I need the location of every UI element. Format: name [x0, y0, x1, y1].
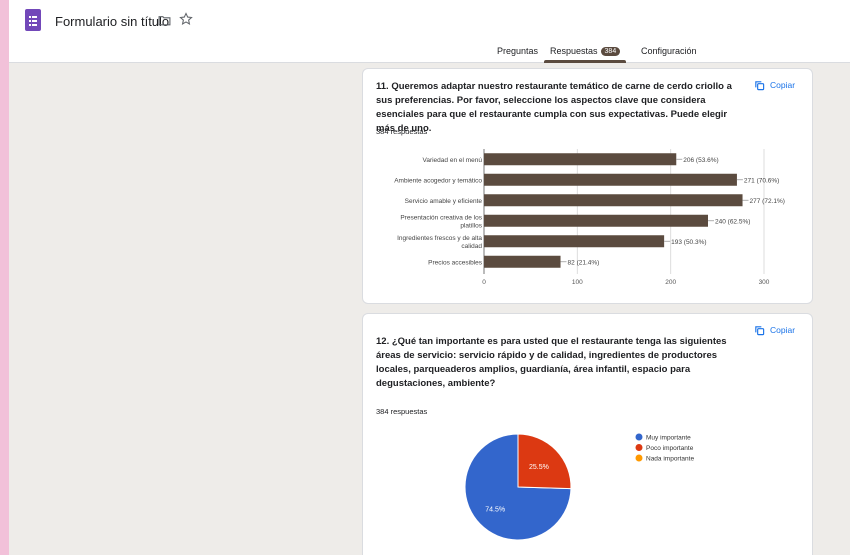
response-count: 384 respuestas: [376, 127, 428, 136]
bar: [484, 194, 743, 207]
slice-label: 25.5%: [529, 464, 549, 471]
data-label: 271 (70.6%): [744, 177, 779, 184]
active-tab-indicator: [544, 60, 626, 63]
tab-configuracion[interactable]: Configuración: [641, 46, 697, 56]
legend-swatch: [635, 444, 643, 451]
category-label: Variedad en el menú: [422, 157, 482, 164]
legend-swatch: [635, 454, 643, 462]
x-tick-label: 0: [482, 279, 486, 286]
category-label: calidad: [461, 243, 482, 250]
bar: [484, 173, 737, 186]
question-card-11: 11. Queremos adaptar nuestro restaurante…: [362, 68, 813, 304]
folder-icon[interactable]: [158, 14, 171, 27]
copy-chart-button[interactable]: Copiar: [754, 325, 795, 336]
category-label: Servicio amable y eficiente: [405, 198, 483, 205]
tab-bar: Preguntas Respuestas 384 Configuración: [9, 44, 850, 63]
category-label: Presentación creativa de los: [400, 214, 482, 221]
copy-icon: [755, 81, 765, 91]
tab-respuestas[interactable]: Respuestas 384: [550, 46, 621, 56]
category-label: Ambiente acogedor y temático: [394, 177, 482, 184]
data-label: 206 (53.6%): [683, 157, 718, 164]
category-label: Precios accesibles: [428, 259, 483, 266]
category-label: platillos: [460, 222, 482, 229]
data-label: 193 (50.3%): [671, 239, 706, 246]
bar: [484, 214, 708, 227]
legend-swatch: [635, 433, 643, 441]
header: Formulario sin título Preguntas Respuest…: [9, 0, 850, 63]
x-tick-label: 300: [759, 279, 770, 286]
category-label: Ingredientes frescos y de alta: [397, 235, 482, 242]
bar: [484, 255, 561, 268]
tab-preguntas[interactable]: Preguntas: [497, 46, 538, 56]
bar: [484, 235, 665, 248]
left-accent-stripe: [0, 0, 9, 555]
legend-label: Muy importante: [646, 435, 691, 442]
question-card-12: 12. ¿Qué tan importante es para usted qu…: [362, 313, 813, 555]
responses-count-badge: 384: [600, 47, 621, 56]
copy-icon: [755, 326, 765, 336]
legend-label: Poco importante: [646, 445, 694, 452]
pie-slice: [517, 433, 572, 490]
app-window: Formulario sin título Preguntas Respuest…: [0, 0, 850, 555]
document-title[interactable]: Formulario sin título: [55, 14, 169, 29]
copy-chart-button[interactable]: Copiar: [754, 80, 795, 91]
bar: [484, 153, 677, 166]
data-label: 277 (72.1%): [750, 198, 785, 205]
google-forms-logo[interactable]: [25, 9, 41, 31]
slice-label: 74.5%: [485, 507, 505, 514]
response-count: 384 respuestas: [376, 407, 428, 416]
x-tick-label: 200: [665, 279, 676, 286]
star-icon[interactable]: [179, 12, 193, 26]
x-tick-label: 100: [572, 279, 583, 286]
pie-chart: 74.5% 25.5% Muy importante Poco importante N…: [464, 433, 694, 541]
question-title: 11. Queremos adaptar nuestro restaurante…: [376, 81, 732, 134]
question-title: 12. ¿Qué tan importante es para usted qu…: [376, 336, 727, 389]
data-label: 82 (21.4%): [568, 259, 600, 266]
legend-label: Nada importante: [646, 456, 694, 463]
data-label: 240 (62.5%): [715, 218, 750, 225]
bar-chart: 0 100 200 300 Variedad en el menú 206 (53.6%)…: [394, 149, 785, 286]
